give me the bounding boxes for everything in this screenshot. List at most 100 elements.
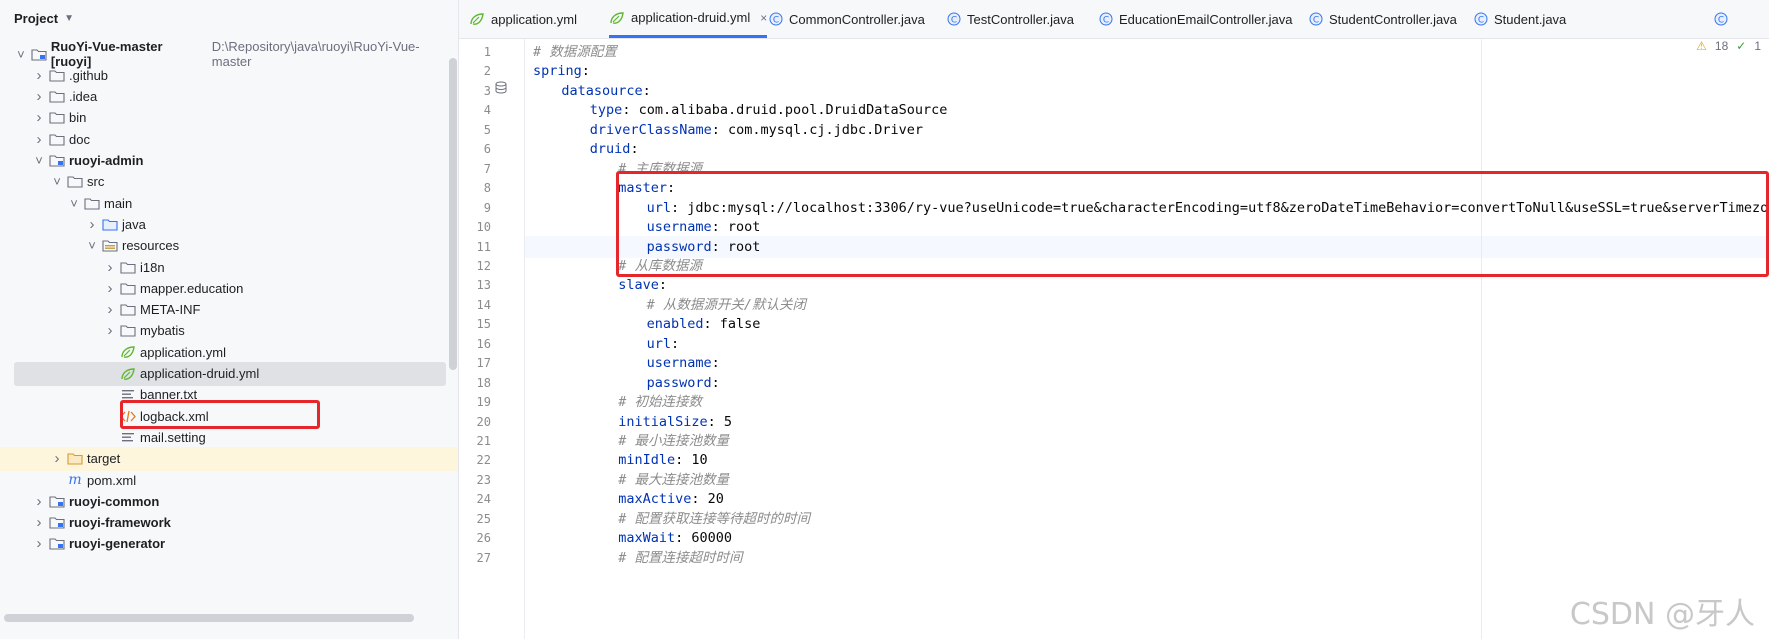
check-icon: ✓ <box>1736 39 1747 53</box>
class-icon: C <box>1714 12 1728 26</box>
module-icon <box>49 516 65 530</box>
line-number: 27 <box>476 550 491 565</box>
chevron-down-icon[interactable]: ˅ <box>32 153 46 168</box>
source-folder-icon <box>102 217 118 231</box>
chevron-right-icon[interactable]: › <box>85 216 99 233</box>
master-config-highlight-box <box>616 171 1769 277</box>
chevron-down-icon[interactable]: ˅ <box>50 174 64 189</box>
chevron-right-icon[interactable]: › <box>32 109 46 126</box>
vertical-scrollbar[interactable] <box>449 58 457 370</box>
tree-item-label: META-INF <box>140 302 201 318</box>
chevron-right-icon[interactable]: › <box>32 535 46 552</box>
project-panel-header[interactable]: Project ▼ <box>0 0 458 36</box>
class-icon: C <box>1474 12 1488 26</box>
yaml-comment: # 最小连接池数量 <box>618 433 729 449</box>
yaml-colon: : <box>711 121 720 138</box>
yaml-comment: # 初始连接数 <box>618 394 702 411</box>
close-tab-icon[interactable]: × <box>760 11 767 25</box>
yaml-comment: # 数据源配置 <box>533 44 617 60</box>
project-panel-title: Project <box>14 10 59 26</box>
yaml-comment: # 配置连接超时时间 <box>618 549 743 566</box>
tab-label: Student.java <box>1494 11 1567 27</box>
chevron-right-icon[interactable]: › <box>32 88 46 105</box>
code-editor[interactable]: 1 2 3 4 5 6 7 8 9 10 11 12 13 14 15 16 17 18 19 20 21 22 23 24 2… <box>459 39 1769 639</box>
text-file-icon <box>120 430 136 444</box>
yaml-value: com.alibaba.druid.pool.DruidDataSource <box>630 102 948 119</box>
yaml-colon: : <box>707 413 716 430</box>
yaml-value: false <box>711 316 761 333</box>
yaml-key: spring <box>533 63 582 80</box>
tab-label: application-druid.yml <box>631 10 751 25</box>
tree-item-label: ruoyi-generator <box>69 536 166 552</box>
chevron-right-icon[interactable]: › <box>32 67 46 84</box>
chevron-right-icon[interactable]: › <box>32 514 46 531</box>
tab-label: EducationEmailController.java <box>1119 11 1293 27</box>
module-icon <box>49 494 65 508</box>
tree-item-label: mapper.education <box>140 280 244 296</box>
tree-item-label: i18n <box>140 259 165 275</box>
chevron-right-icon[interactable]: › <box>50 450 64 467</box>
code-line[interactable]: # 配置连接超时时间 <box>618 547 742 569</box>
folder-icon <box>120 281 136 295</box>
yaml-colon: : <box>642 82 651 99</box>
class-icon: C <box>769 12 783 26</box>
yaml-key: datasource <box>561 82 643 99</box>
folder-icon <box>67 175 83 189</box>
tree-item-label: java <box>122 216 146 232</box>
module-icon <box>49 537 65 551</box>
chevron-down-icon[interactable]: ˅ <box>67 196 81 211</box>
folder-icon <box>84 196 100 210</box>
code-line[interactable]: driverClassName: com.mysql.cj.jdbc.Drive… <box>590 119 923 141</box>
yaml-comment: # 最大连接池数量 <box>618 471 729 488</box>
inspection-widget[interactable]: ⚠ 18 ✓ 1 <box>1696 39 1761 53</box>
horizontal-scrollbar[interactable] <box>4 614 414 622</box>
line-number-gutter[interactable]: 1 2 3 4 5 6 7 8 9 10 11 12 13 14 15 16 17 18 19 20 21 22 23 24 2… <box>459 39 524 639</box>
class-icon: C <box>947 12 961 26</box>
yaml-colon: : <box>711 355 720 372</box>
tree-item[interactable]: application.yml <box>0 340 458 364</box>
tree-item[interactable]: › ruoyi-generator <box>0 532 458 556</box>
editor-tab[interactable]: C Student.java <box>1474 0 1566 38</box>
spring-yml-icon <box>469 12 485 26</box>
module-icon <box>49 154 65 168</box>
database-icon[interactable] <box>495 80 509 94</box>
tree-item-label: target <box>87 451 121 467</box>
class-icon: C <box>1309 12 1323 26</box>
yaml-key: enabled <box>646 316 704 333</box>
tree-item-label: resources <box>122 238 180 254</box>
tree-item-label: doc <box>69 131 90 147</box>
yaml-key: maxActive <box>618 491 692 508</box>
editor-tab[interactable]: C TestController.java <box>947 0 1074 38</box>
maven-icon: m <box>68 472 82 488</box>
folder-icon <box>49 68 65 82</box>
yaml-key: type <box>589 102 623 119</box>
editor-tab-bar: application.yml application-druid.yml × C Co… <box>459 0 1769 39</box>
overflow-tab[interactable]: C <box>1714 0 1734 38</box>
class-icon: C <box>1099 12 1113 26</box>
yaml-key: url <box>646 335 671 352</box>
chevron-down-icon[interactable]: ˅ <box>14 47 28 62</box>
folder-icon <box>49 111 65 125</box>
yaml-colon: : <box>581 63 590 80</box>
folder-icon <box>120 303 136 317</box>
tree-item-label: mail.setting <box>140 429 206 445</box>
chevron-down-icon[interactable]: ▼ <box>64 13 74 24</box>
svg-text:C: C <box>1478 16 1484 26</box>
chevron-right-icon[interactable]: › <box>103 280 117 297</box>
chevron-right-icon[interactable]: › <box>103 301 117 318</box>
editor-tab[interactable]: C StudentController.java <box>1309 0 1457 38</box>
yaml-key: username <box>646 355 712 372</box>
svg-text:C: C <box>1718 16 1724 26</box>
chevron-down-icon[interactable]: ˅ <box>85 238 99 253</box>
chevron-right-icon[interactable]: › <box>32 493 46 510</box>
editor-tab[interactable]: C CommonController.java <box>769 0 925 38</box>
chevron-right-icon[interactable]: › <box>103 259 117 276</box>
tree-item-label: main <box>104 195 133 211</box>
chevron-right-icon[interactable]: › <box>32 131 46 148</box>
editor-tab[interactable]: C EducationEmailController.java <box>1099 0 1292 38</box>
editor-tab[interactable]: application-druid.yml × <box>609 0 768 38</box>
yaml-colon: : <box>703 316 712 333</box>
chevron-right-icon[interactable]: › <box>103 322 117 339</box>
spring-yml-icon <box>120 367 136 381</box>
editor-tab[interactable]: application.yml <box>469 0 577 38</box>
